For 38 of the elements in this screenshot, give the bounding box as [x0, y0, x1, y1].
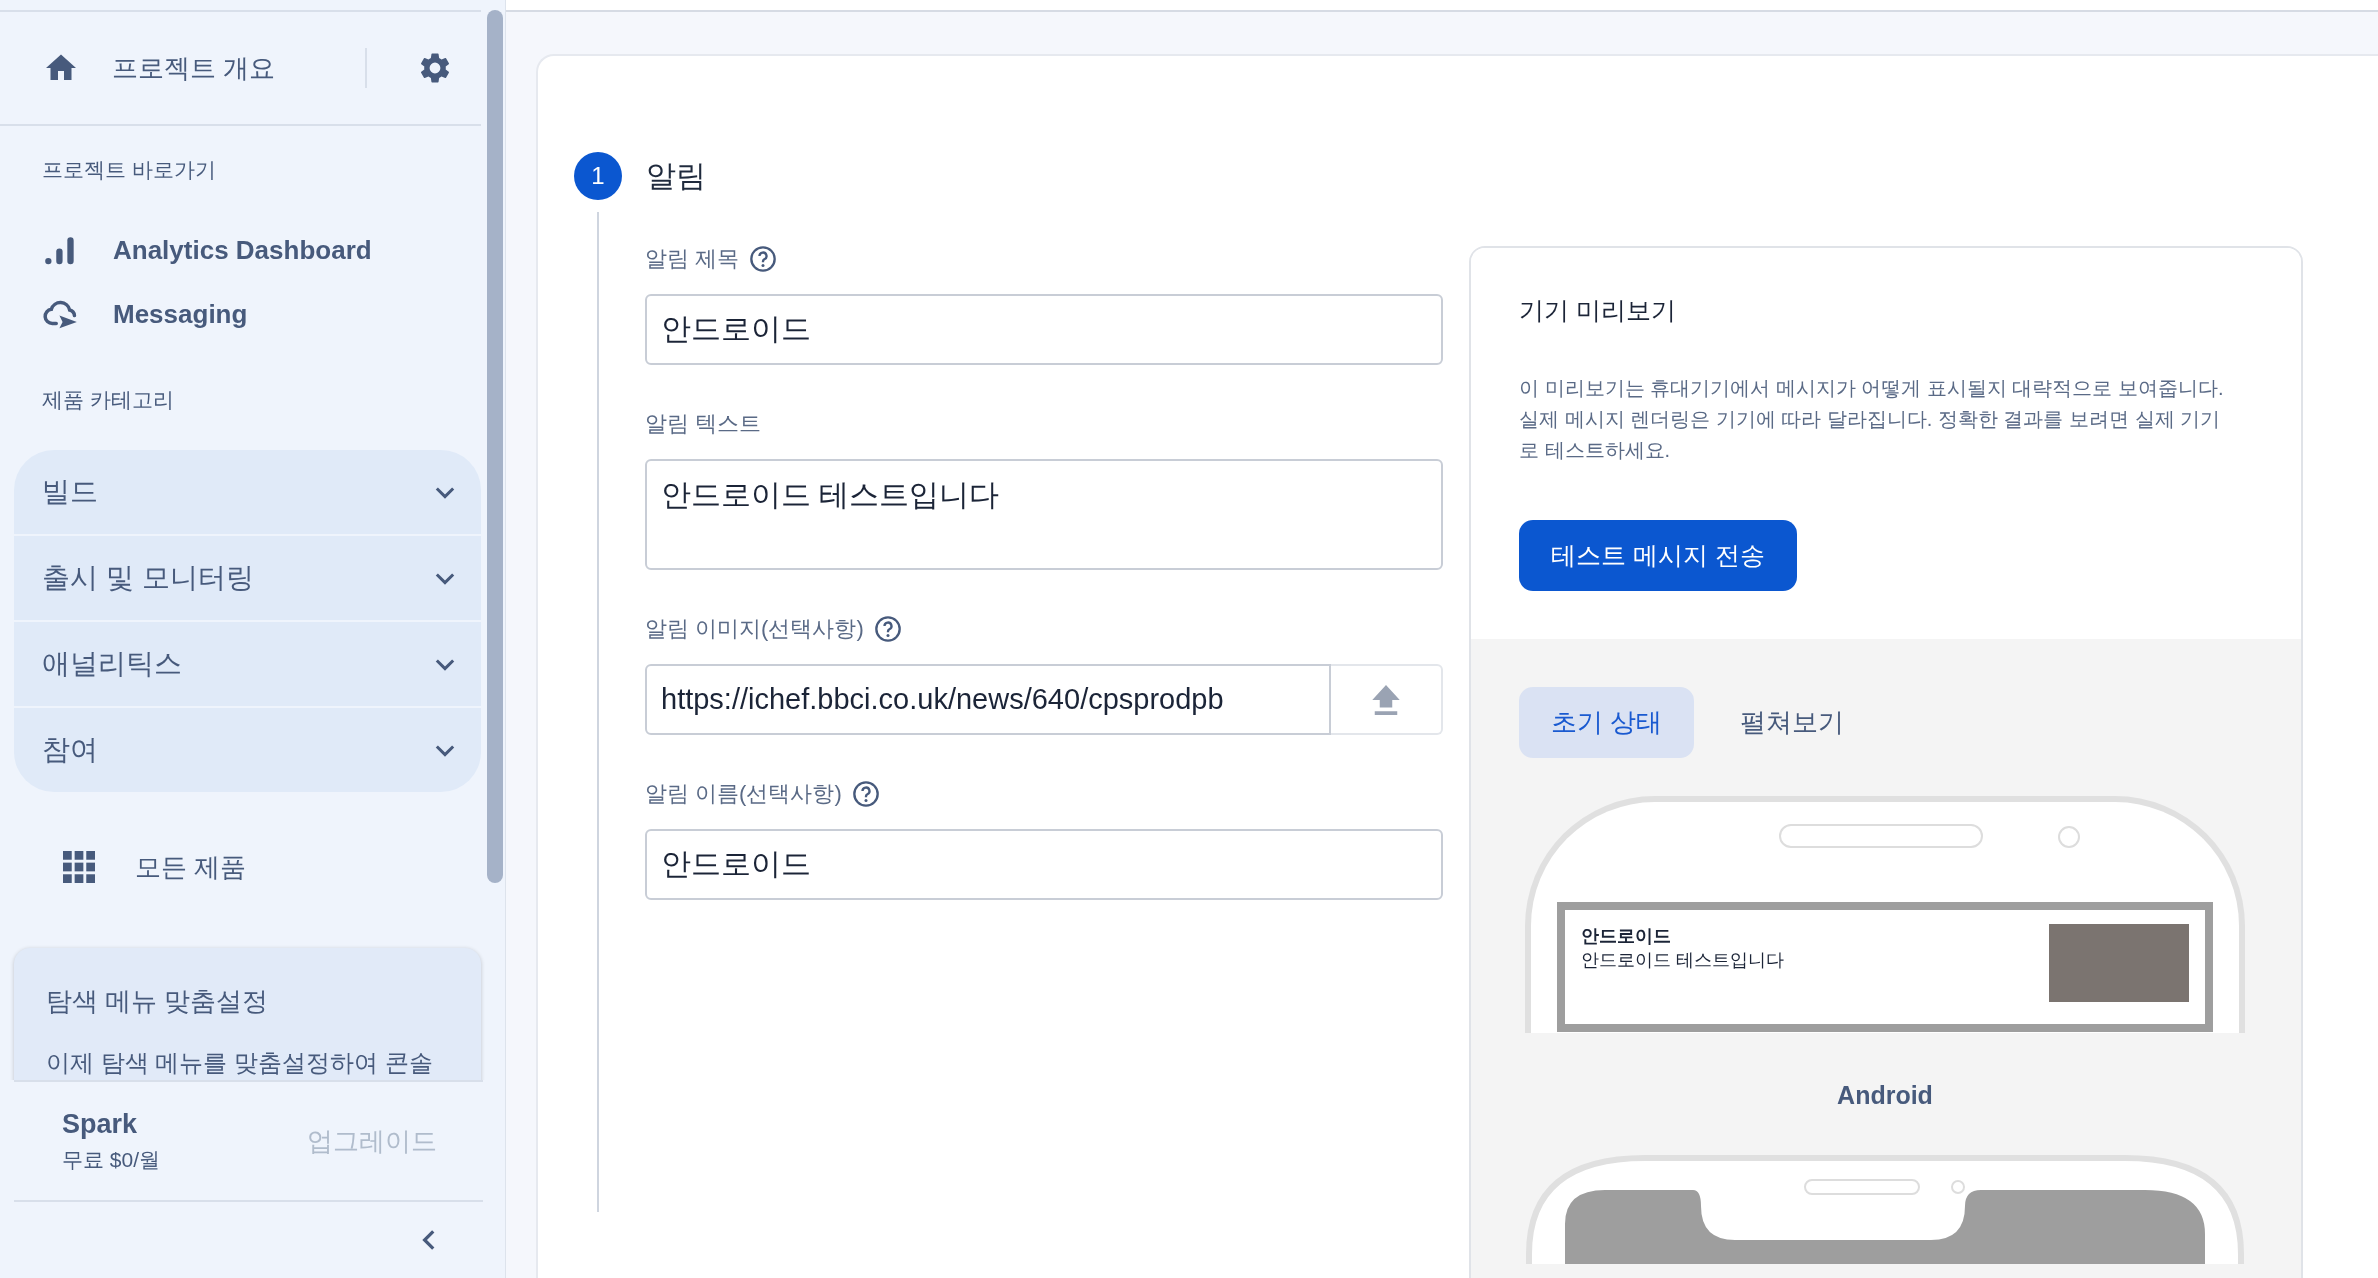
- promo-title: 탐색 메뉴 맞춤설정: [46, 985, 270, 1018]
- field-label: 알림 이미지(선택사항): [645, 615, 864, 643]
- plan-price: 무료 $0/월: [62, 1146, 161, 1173]
- send-test-button[interactable]: 테스트 메시지 전송: [1519, 520, 1797, 591]
- promo-text: 이제 탐색 메뉴를 맞춤설정하여 콘솔: [46, 1048, 434, 1078]
- field-label: 알림 제목: [645, 245, 740, 273]
- step-title: 알림: [646, 157, 706, 194]
- url-field[interactable]: https://ichef.bbci.co.uk/news/640/cpsprodpb: [645, 664, 1331, 735]
- grid-icon: [63, 851, 95, 883]
- help-icon[interactable]: [873, 615, 902, 643]
- category-item[interactable]: 애널리틱스: [14, 622, 481, 706]
- plan-name: Spark: [62, 1108, 139, 1140]
- preview-tab[interactable]: 초기 상태: [1519, 687, 1695, 758]
- text-field[interactable]: 안드로이드: [645, 294, 1443, 365]
- text-field[interactable]: 안드로이드: [645, 829, 1443, 900]
- step-number: 1: [574, 152, 622, 200]
- help-icon[interactable]: [851, 780, 880, 808]
- scrollbar-thumb[interactable]: [487, 10, 503, 883]
- category-item[interactable]: 빌드: [14, 450, 481, 534]
- all-products-link[interactable]: 모든 제품: [135, 849, 247, 885]
- camera-dot: [2058, 826, 2080, 848]
- project-overview-link[interactable]: 프로젝트 개요: [112, 50, 276, 86]
- field-label: 알림 이름(선택사항): [645, 780, 842, 808]
- section-label: 제품 카테고리: [42, 387, 175, 413]
- preview-tab[interactable]: 펼쳐보기: [1708, 687, 1877, 758]
- category-item[interactable]: 참여: [14, 708, 481, 792]
- notification-title: 안드로이드: [1581, 925, 1672, 948]
- section-label: 프로젝트 바로가기: [42, 157, 217, 183]
- device-label: Android: [1836, 1081, 1934, 1110]
- field-label: 알림 텍스트: [645, 410, 762, 438]
- shortcut-link[interactable]: Messaging: [113, 298, 248, 330]
- preview-title: 기기 미리보기: [1519, 295, 1677, 326]
- category-item[interactable]: 출시 및 모니터링: [14, 536, 481, 620]
- text-area[interactable]: 안드로이드 테스트입니다: [645, 459, 1443, 570]
- notification-text: 안드로이드 테스트입니다: [1581, 949, 1784, 972]
- help-icon[interactable]: [749, 245, 778, 273]
- shortcut-link[interactable]: Analytics Dashboard: [113, 234, 372, 266]
- preview-description: 이 미리보기는 휴대기기에서 메시지가 어떻게 표시될지 대략적으로 보여줍니다. 실제 메시지 렌더링은 기기에 따라 달라집니다. 정확한 결과를 보려면 실제 기기로 테스트하세요.: [1519, 376, 2225, 463]
